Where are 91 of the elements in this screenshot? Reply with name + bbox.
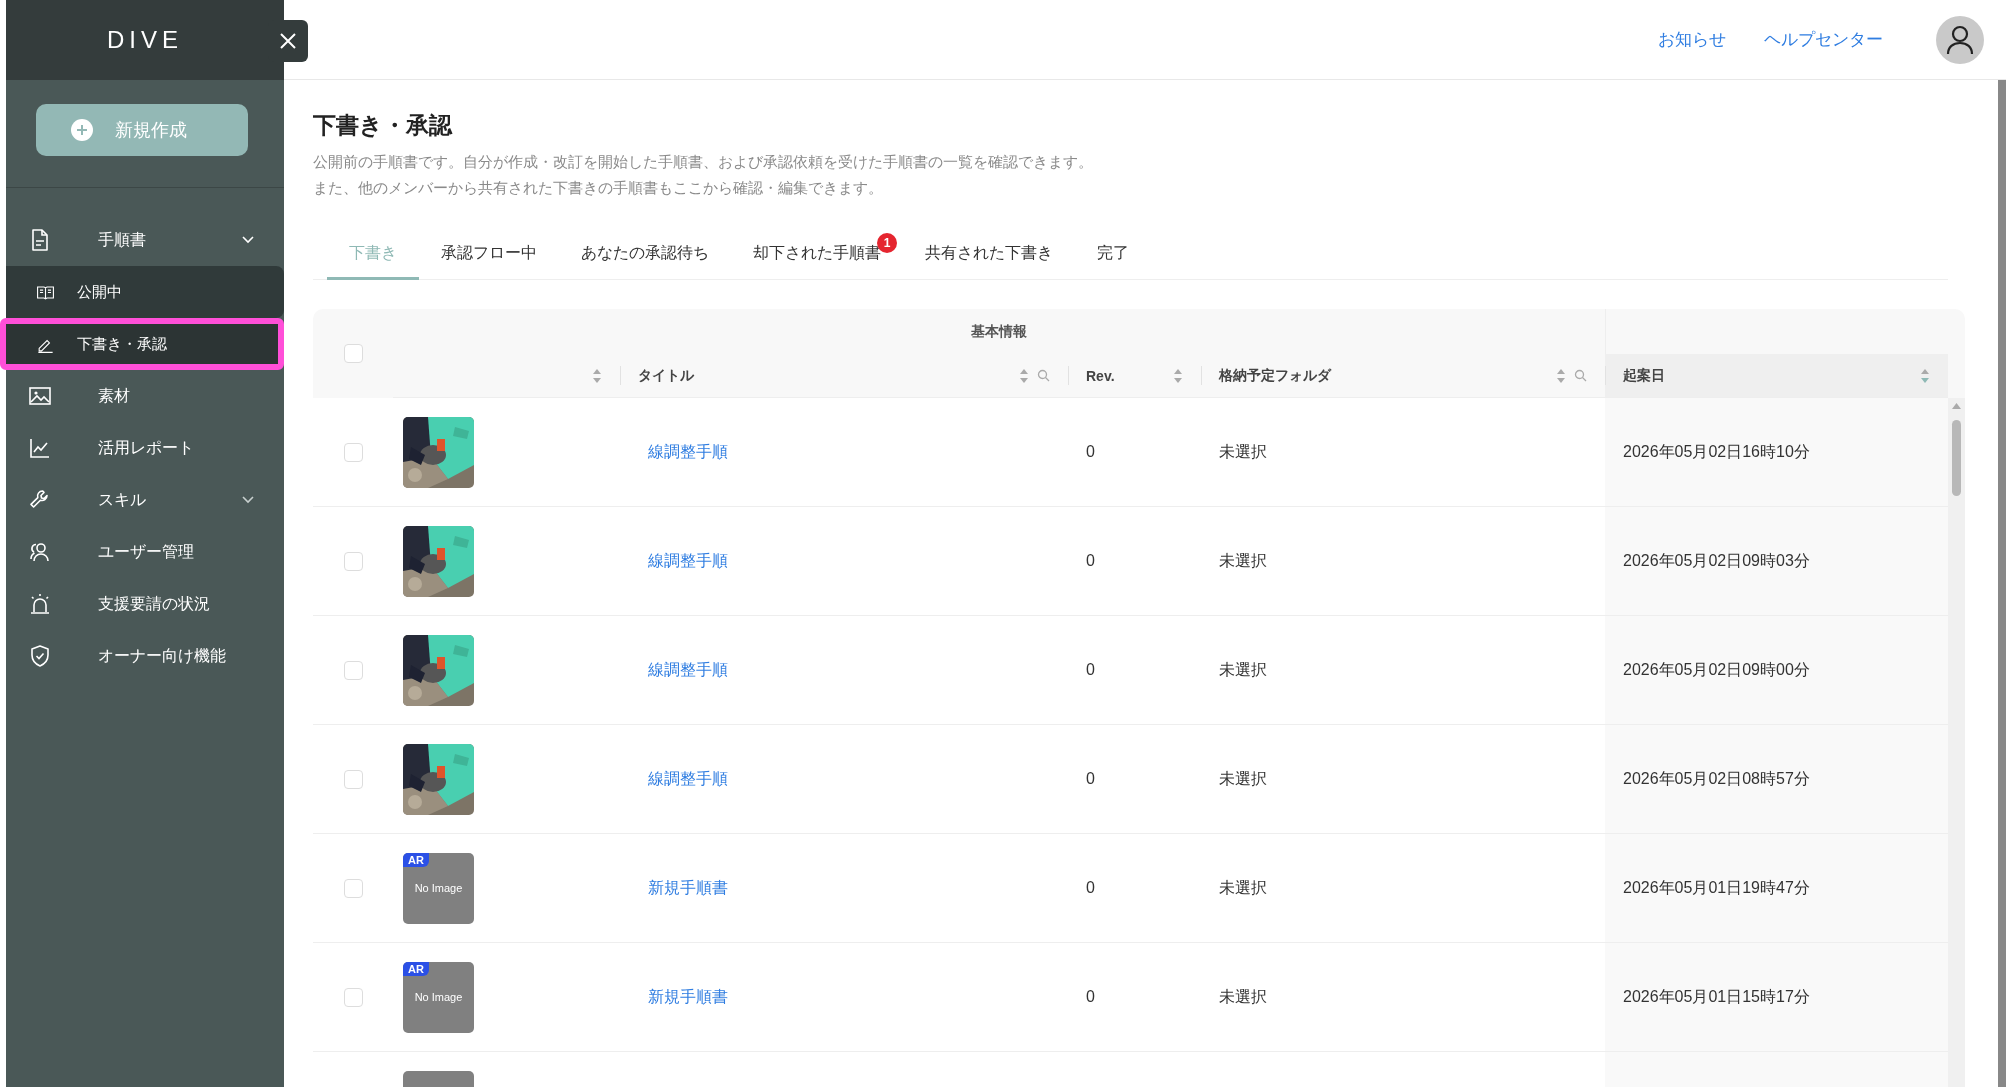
nav-label: 支援要請の状況 [98,593,210,614]
row-checkbox[interactable] [343,987,363,1007]
date-cell: 2026年05月01日19時47分 [1605,834,1948,943]
nav-item[interactable]: 支援要請の状況 [6,578,284,630]
revision-cell: 0 [1086,770,1095,788]
nav-label: オーナー向け機能 [98,645,226,666]
date-cell: 2026年05月02日09時03分 [1605,507,1948,616]
ar-badge: AR [403,852,429,867]
column-header[interactable]: 格納予定フォルダ [1201,354,1605,398]
column-header[interactable]: 起案日 [1605,354,1948,398]
folder-cell-text: 未選択 [1219,659,1267,680]
tab[interactable]: 承認フロー中 [419,233,559,280]
date-cell: 2026年05月01日15時17分 [1605,943,1948,1052]
nav-label: 活用レポート [98,437,194,458]
nav-subitem[interactable]: 公開中 [6,266,284,318]
revision-cell: 0 [1086,661,1095,679]
scrollbar[interactable] [1948,398,1965,1087]
title-link[interactable]: 新規手順書 [648,986,728,1008]
column-label: 起案日 [1623,366,1666,385]
date-cell: 2026年05月02日08時57分 [1605,725,1948,834]
tab[interactable]: 完了 [1075,233,1151,280]
page-scrollbar[interactable] [1998,80,2006,1087]
nav-label: 公開中 [77,282,122,302]
revision-cell: 0 [1086,443,1095,461]
title-link[interactable]: 線調整手順 [648,768,728,790]
image-icon [28,384,52,408]
header-link[interactable]: お知らせ [1658,28,1726,51]
nav-subitem[interactable]: 下書き・承認 [0,318,284,370]
row-checkbox[interactable] [343,551,363,571]
no-image-label: No Image [414,991,463,1003]
row-checkbox[interactable] [343,660,363,680]
nav-item[interactable]: 活用レポート [6,422,284,474]
row-checkbox[interactable] [343,769,363,789]
shield-check-icon [28,644,52,668]
scroll-up-icon[interactable] [1951,402,1962,410]
nav-item[interactable]: オーナー向け機能 [6,630,284,682]
sort-icon[interactable] [592,367,602,384]
scrollbar-thumb[interactable] [1952,420,1961,496]
no-image-label: No Image [414,882,463,894]
search-icon[interactable] [1574,369,1587,382]
date-cell: 2026年05月02日16時10分 [1605,398,1948,507]
logo: DIVE [107,26,183,54]
title-link[interactable]: 線調整手順 [648,550,728,572]
sort-icon[interactable] [1173,367,1183,384]
nav-item[interactable]: スキル [6,474,284,526]
page-description: また、他のメンバーから共有された下書きの手順書もここから確認・編集できます。 [313,178,884,198]
revision-cell: 0 [1086,879,1095,897]
revision-cell: 0 [1086,552,1095,570]
folder-cell-text: 未選択 [1219,768,1267,789]
search-icon[interactable] [1037,369,1050,382]
folder-cell-text: 未選択 [1219,986,1267,1007]
nav-label: 素材 [98,385,130,406]
folder-cell-text: 未選択 [1219,441,1267,462]
nav-label: スキル [98,489,146,510]
column-header[interactable]: Rev. [1068,354,1201,398]
header-link[interactable]: ヘルプセンター [1764,28,1883,51]
column-label: Rev. [1086,367,1116,384]
revision-cell: 0 [1086,988,1095,1006]
page-description: 公開前の手順書です。自分が作成・改訂を開始した手順書、および承認依頼を受けた手順書の一覧を確認できます。 [313,152,1094,172]
line-chart-icon [28,436,52,460]
users-icon [28,540,52,564]
row-checkbox[interactable] [343,878,363,898]
sort-icon[interactable] [1920,367,1930,384]
column-label: 格納予定フォルダ [1219,366,1333,385]
nav-label: 手順書 [98,229,146,250]
column-header[interactable]: タイトル [620,354,1068,398]
group-header: 基本情報 [971,322,1027,341]
tab[interactable]: 共有された下書き [903,233,1075,280]
close-icon [279,32,297,50]
tab[interactable]: あなたの承認待ち [559,233,731,280]
date-cell: 2026年05月02日09時00分 [1605,616,1948,725]
nav-item[interactable]: ユーザー管理 [6,526,284,578]
ar-badge: AR [403,961,429,976]
nav-item[interactable]: 素材 [6,370,284,422]
nav-item[interactable]: 手順書 [6,214,284,266]
avatar-icon[interactable] [1936,15,1984,64]
folder-cell-text: 未選択 [1219,877,1267,898]
title-link[interactable]: 新規手順書 [648,877,728,899]
column-label: タイトル [638,366,695,385]
title-link[interactable]: 線調整手順 [648,659,728,681]
plus-icon [71,119,93,141]
sort-icon[interactable] [1556,367,1566,384]
select-all-checkbox[interactable] [343,344,363,363]
folder-cell-text: 未選択 [1219,550,1267,571]
sort-icon[interactable] [1019,367,1029,384]
alarm-light-icon [28,592,52,616]
title-link[interactable]: 線調整手順 [648,441,728,463]
page-title: 下書き・承認 [313,111,454,140]
nav-label: 下書き・承認 [77,334,167,354]
row-checkbox[interactable] [343,442,363,462]
nav-label: ユーザー管理 [98,541,194,562]
